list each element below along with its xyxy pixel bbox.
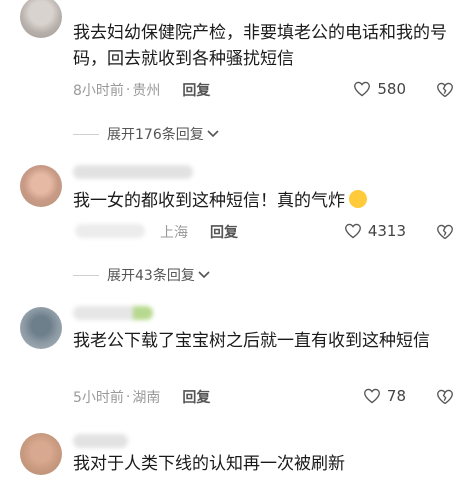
chevron-down-icon [207, 130, 219, 138]
comment-text: 我去妇幼保健院产检，非要填老公的电话和我的号码，回去就收到各种骚扰短信 [73, 23, 447, 69]
comment-text: 我对于人类下线的认知再一次被刷新 [73, 454, 345, 474]
heart-outline-icon [344, 223, 361, 239]
divider-line [73, 133, 99, 135]
comment-time: 5小时前 [73, 390, 124, 406]
like-button[interactable]: 580 [353, 80, 406, 98]
comment-location: 上海 [160, 225, 188, 241]
avatar[interactable] [20, 433, 62, 475]
avatar[interactable] [20, 165, 62, 207]
comment-meta: 5小时前 · 湖南 回复 [73, 387, 210, 407]
chevron-down-icon [198, 271, 210, 279]
comment-meta: 8小时前 · 贵州 回复 [73, 80, 210, 100]
meta-separator: · [125, 389, 131, 405]
comment-time: 8小时前 [73, 83, 124, 99]
heart-outline-icon [354, 81, 371, 97]
comment-text-body: 我一女的都收到这种短信！真的气炸 [73, 191, 345, 211]
comment-location: 贵州 [132, 83, 161, 99]
broken-heart-icon[interactable] [436, 82, 454, 98]
broken-heart-icon[interactable] [436, 224, 454, 240]
time-blurred [75, 224, 145, 238]
reply-button[interactable]: 回复 [182, 387, 210, 407]
like-count: 4313 [367, 222, 406, 240]
heart-outline-icon [363, 388, 380, 404]
angry-face-icon [349, 190, 367, 208]
like-count: 78 [386, 387, 406, 405]
username-blurred[interactable] [73, 165, 193, 179]
like-button[interactable]: 78 [363, 387, 406, 405]
comment-text: 我老公下载了宝宝树之后就一直有收到这种短信 [73, 331, 430, 351]
reply-button[interactable]: 回复 [210, 222, 238, 242]
broken-heart-icon[interactable] [436, 389, 454, 405]
avatar[interactable] [20, 0, 62, 38]
like-button[interactable]: 4313 [344, 222, 406, 240]
expand-label: 展开176条回复 [107, 127, 204, 143]
divider-line [73, 274, 99, 276]
expand-replies-button[interactable]: 展开176条回复 [73, 124, 219, 144]
avatar[interactable] [20, 307, 62, 349]
meta-separator: · [125, 82, 131, 98]
username-blurred[interactable] [73, 306, 153, 320]
like-count: 580 [377, 80, 406, 98]
expand-replies-button[interactable]: 展开43条回复 [73, 265, 210, 285]
reply-button[interactable]: 回复 [182, 80, 210, 100]
comment-location: 湖南 [132, 390, 161, 406]
expand-label: 展开43条回复 [107, 268, 195, 284]
username-blurred[interactable] [73, 434, 128, 448]
comment-text: 我一女的都收到这种短信！真的气炸 [73, 188, 463, 214]
comment-meta: 上海 回复 [160, 222, 238, 242]
